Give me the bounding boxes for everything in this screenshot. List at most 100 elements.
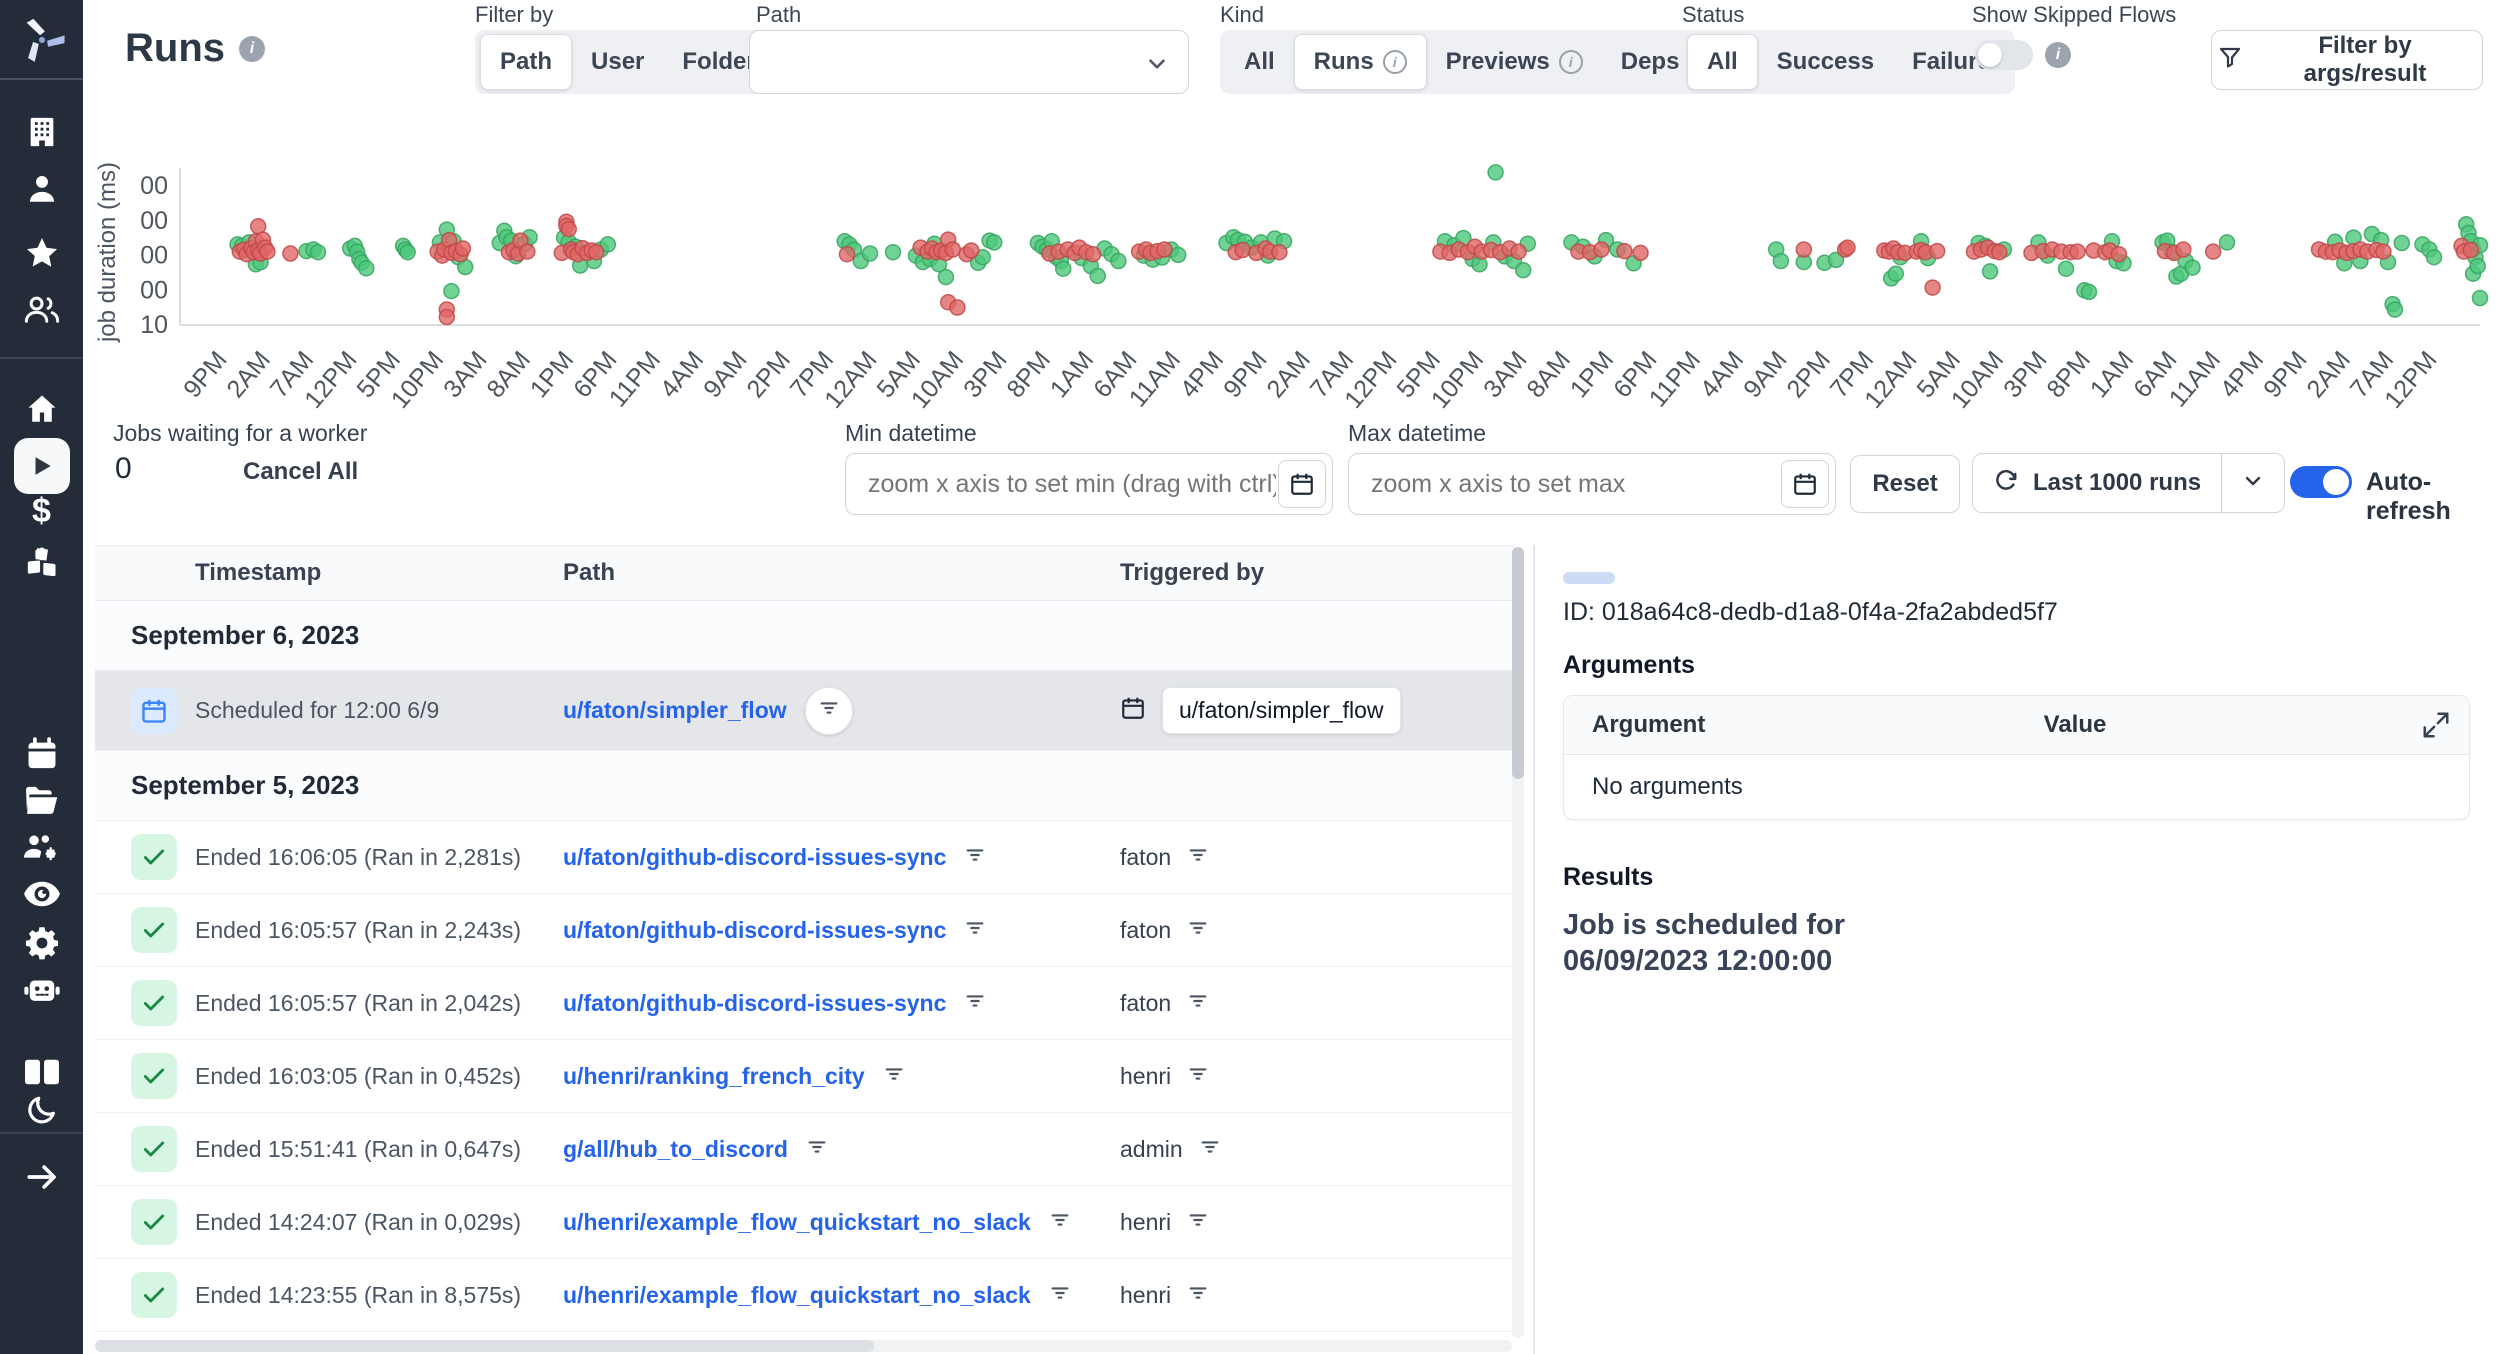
run-dot-failure[interactable] (1272, 245, 1287, 260)
run-dot-failure[interactable] (520, 244, 535, 259)
runs-count-dropdown-button[interactable] (2221, 454, 2284, 512)
run-path-link[interactable]: u/henri/ranking_french_city (563, 1063, 865, 1090)
run-dot-success[interactable] (1171, 247, 1186, 262)
status-option-success[interactable]: Success (1758, 35, 1893, 89)
max-datetime-input[interactable] (1369, 469, 1781, 500)
path-filter-icon-button[interactable] (1049, 1282, 1071, 1309)
user-filter-icon-button[interactable] (1199, 1136, 1221, 1163)
auto-refresh-toggle[interactable] (2290, 466, 2352, 498)
table-row[interactable]: Ended 16:06:05 (Ran in 2,281s) u/faton/g… (95, 821, 1515, 894)
run-dot-success[interactable] (1090, 268, 1105, 283)
expand-icon[interactable] (2421, 710, 2451, 747)
sidebar-item-workspace[interactable] (0, 115, 83, 149)
run-dot-success[interactable] (1111, 254, 1126, 269)
sidebar-item-settings[interactable] (0, 925, 83, 961)
run-dot-failure[interactable] (1511, 244, 1526, 259)
run-dot-success[interactable] (1056, 261, 1071, 276)
run-dot-success[interactable] (1516, 263, 1531, 278)
user-filter-icon-button[interactable] (1187, 917, 1209, 944)
table-vertical-scrollbar[interactable] (1512, 547, 1524, 1338)
run-dot-failure[interactable] (1796, 242, 1811, 257)
table-row[interactable]: Ended 16:05:57 (Ran in 2,243s) u/faton/g… (95, 894, 1515, 967)
run-dot-success[interactable] (444, 284, 459, 299)
sidebar-item-variables[interactable]: $ (0, 492, 83, 531)
sidebar-item-members[interactable] (0, 292, 83, 326)
run-dot-failure[interactable] (589, 245, 604, 260)
run-dot-failure[interactable] (2206, 244, 2221, 259)
user-filter-icon-button[interactable] (1187, 1282, 1209, 1309)
table-row[interactable]: Ended 16:05:57 (Ran in 2,042s) u/faton/g… (95, 967, 1515, 1040)
sidebar-item-resources[interactable] (0, 545, 83, 579)
run-dot-success[interactable] (2387, 302, 2402, 317)
path-filter-icon-button[interactable] (964, 990, 986, 1017)
show-skipped-toggle[interactable] (1975, 40, 2033, 70)
run-dot-failure[interactable] (1594, 242, 1609, 257)
run-dot-failure[interactable] (2111, 247, 2126, 262)
run-dot-failure[interactable] (2463, 243, 2478, 258)
table-row-scheduled[interactable]: Scheduled for 12:00 6/9 u/faton/simpler_… (95, 671, 1515, 751)
table-row[interactable]: Ended 14:23:55 (Ran in 8,575s) u/henri/e… (95, 1259, 1515, 1332)
run-dot-success[interactable] (2473, 291, 2488, 306)
sidebar-item-schedules[interactable] (0, 737, 83, 771)
run-dot-success[interactable] (938, 270, 953, 285)
run-dot-failure[interactable] (439, 310, 454, 325)
reset-button[interactable]: Reset (1850, 455, 1960, 513)
path-filter-icon-button[interactable] (805, 687, 853, 735)
kind-option-all[interactable]: All (1225, 35, 1294, 89)
user-filter-icon-button[interactable] (1187, 990, 1209, 1017)
duration-scatter-chart[interactable]: 100 00010 0001 000100109PM2AM7AM12PM5PM1… (140, 160, 2490, 412)
min-datetime-input[interactable] (866, 469, 1278, 500)
path-filter-icon-button[interactable] (883, 1063, 905, 1090)
run-dot-success[interactable] (1773, 254, 1788, 269)
kind-option-previews[interactable]: Previewsi (1427, 35, 1602, 89)
sidebar-item-user[interactable] (0, 172, 83, 206)
sidebar-item-workers[interactable] (0, 974, 83, 1006)
run-dot-success[interactable] (1488, 165, 1503, 180)
run-dot-success[interactable] (2082, 284, 2097, 299)
run-dot-failure[interactable] (1235, 243, 1250, 258)
info-icon[interactable]: i (1383, 50, 1407, 74)
run-dot-failure[interactable] (283, 246, 298, 261)
sidebar-item-docs[interactable] (0, 1057, 83, 1087)
filter-by-option-user[interactable]: User (572, 35, 663, 89)
scrollbar-thumb[interactable] (1512, 547, 1524, 779)
path-filter-icon-button[interactable] (964, 844, 986, 871)
run-dot-failure[interactable] (2376, 244, 2391, 259)
run-path-link[interactable]: u/faton/simpler_flow (563, 697, 787, 724)
windmill-logo[interactable] (0, 14, 83, 66)
run-dot-failure[interactable] (1086, 247, 1101, 262)
run-dot-success[interactable] (2220, 235, 2235, 250)
sidebar-item-groups[interactable] (0, 830, 83, 864)
runs-info-icon[interactable]: i (239, 36, 265, 62)
run-dot-success[interactable] (311, 245, 326, 260)
sidebar-item-audit-logs[interactable] (0, 879, 83, 909)
run-dot-failure[interactable] (840, 247, 855, 262)
run-path-link[interactable]: u/henri/example_flow_quickstart_no_slack (563, 1209, 1031, 1236)
run-dot-success[interactable] (400, 245, 415, 260)
table-row[interactable]: Ended 16:03:05 (Ran in 0,452s) u/henri/r… (95, 1040, 1515, 1113)
user-filter-icon-button[interactable] (1187, 1063, 1209, 1090)
sidebar-item-dark-mode[interactable] (0, 1094, 83, 1126)
run-dot-failure[interactable] (2070, 244, 2085, 259)
run-dot-success[interactable] (2059, 261, 2074, 276)
run-dot-failure[interactable] (260, 244, 275, 259)
run-dot-success[interactable] (886, 245, 901, 260)
sidebar-item-favorites[interactable] (0, 235, 83, 271)
user-filter-icon-button[interactable] (1187, 844, 1209, 871)
table-horizontal-scrollbar[interactable] (95, 1340, 1512, 1352)
run-dot-failure[interactable] (945, 242, 960, 257)
run-dot-failure[interactable] (1992, 245, 2007, 260)
path-filter-select[interactable] (749, 30, 1189, 94)
sidebar-item-home[interactable] (0, 392, 83, 426)
run-dot-failure[interactable] (1840, 240, 1855, 255)
max-datetime-calendar-button[interactable] (1781, 460, 1829, 508)
run-dot-failure[interactable] (561, 222, 576, 237)
sidebar-item-folders[interactable] (0, 784, 83, 816)
status-option-all[interactable]: All (1687, 34, 1758, 90)
run-dot-failure[interactable] (1925, 280, 1940, 295)
run-dot-success[interactable] (2394, 236, 2409, 251)
kind-option-runs[interactable]: Runsi (1294, 34, 1427, 90)
table-row[interactable]: Ended 14:24:07 (Ran in 0,029s) u/henri/e… (95, 1186, 1515, 1259)
triggered-by-badge[interactable]: u/faton/simpler_flow (1162, 687, 1401, 734)
user-filter-icon-button[interactable] (1187, 1209, 1209, 1236)
